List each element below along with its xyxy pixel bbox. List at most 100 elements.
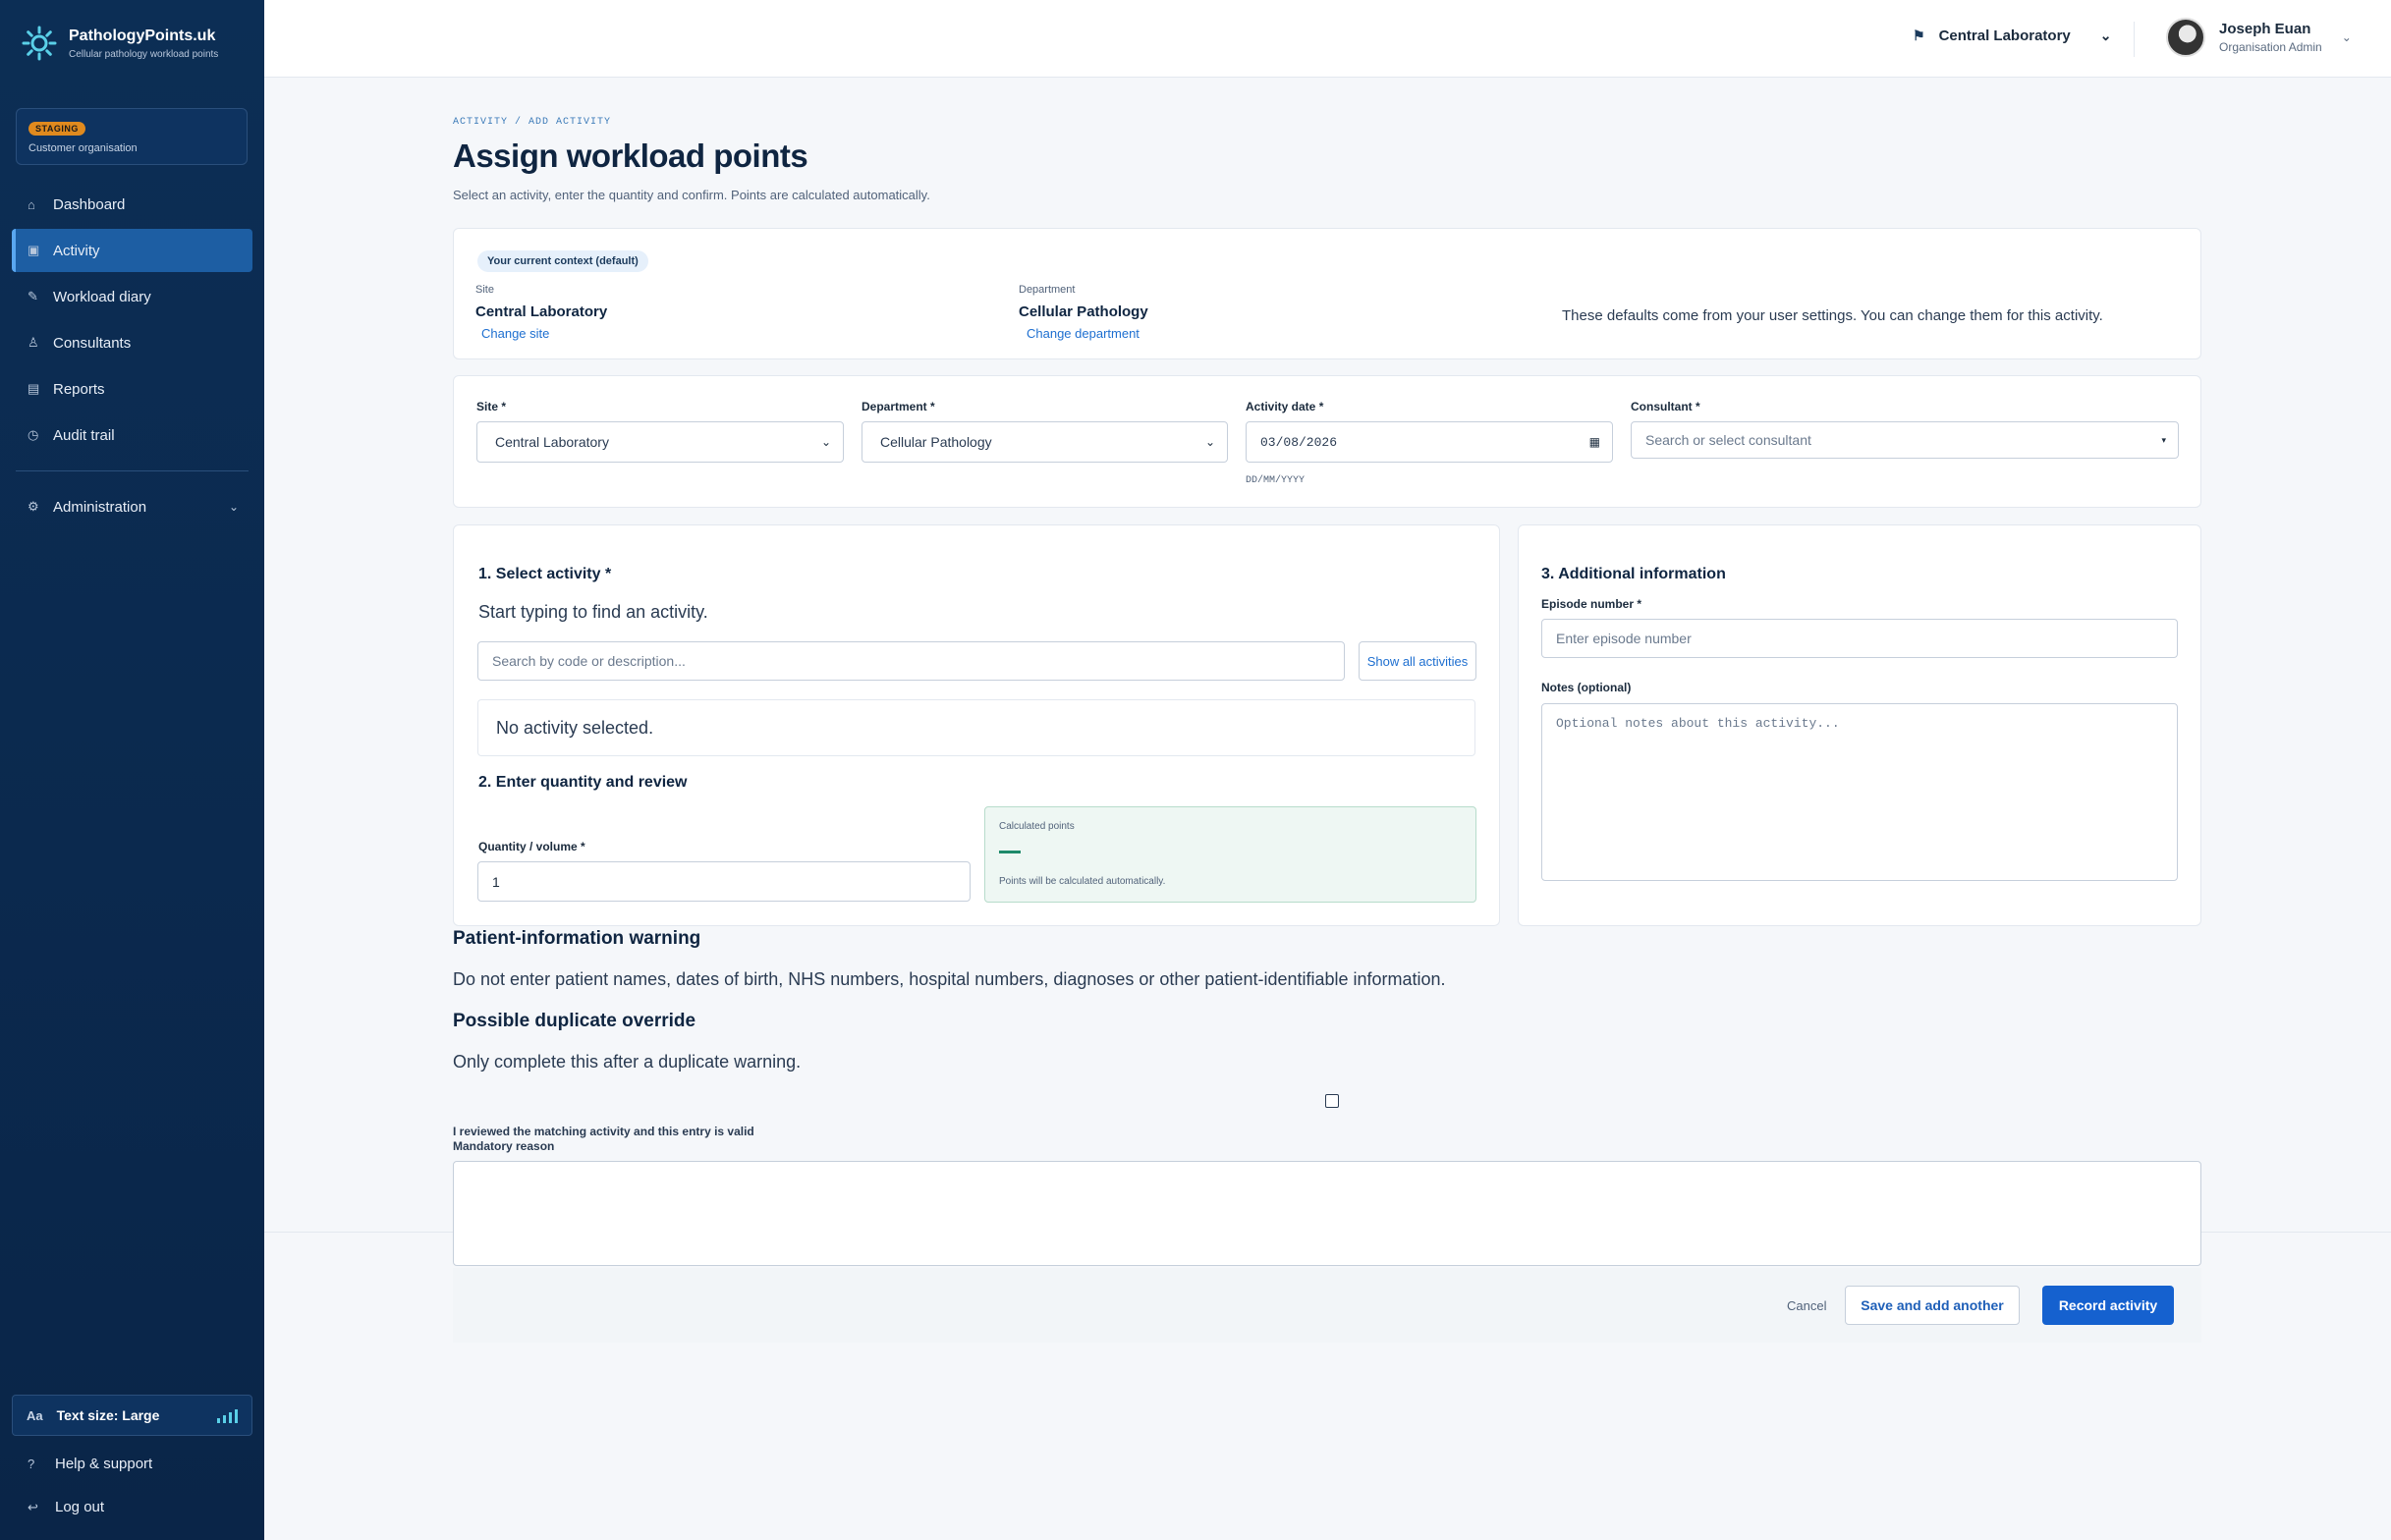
sidebar-item-workload-diary[interactable]: ✎ Workload diary [12, 275, 252, 318]
date-format-hint: DD/MM/YYYY [1246, 475, 1306, 486]
quantity-label: Quantity / volume * [478, 840, 585, 853]
sidebar-item-dashboard[interactable]: ⌂ Dashboard [12, 183, 252, 226]
sidebar-item-label: Audit trail [53, 426, 115, 444]
top-bar: ⚑ Central Laboratory ⌄ Joseph Euan Organ… [264, 0, 2391, 78]
activity-date-input[interactable]: 03/08/2026 ▦ [1246, 421, 1613, 463]
environment-box: STAGING Customer organisation [16, 108, 248, 165]
chevron-down-icon: ⌄ [820, 435, 831, 449]
consultant-placeholder: Search or select consultant [1645, 432, 1811, 448]
sidebar-item-reports[interactable]: ▤ Reports [12, 367, 252, 411]
patient-warning-text: Do not enter patient names, dates of bir… [453, 969, 1446, 989]
calculated-points-box: Calculated points Points will be calcula… [984, 806, 1476, 903]
consultant-select[interactable]: Search or select consultant ▾ [1631, 421, 2179, 459]
nav-divider [16, 470, 249, 471]
department-label: Department * [862, 400, 935, 413]
help-link[interactable]: ? Help & support [28, 1456, 152, 1472]
patient-warning-title: Patient-information warning [453, 928, 701, 949]
cancel-button[interactable]: Cancel [1787, 1298, 1826, 1313]
duplicate-override-text: Only complete this after a duplicate war… [453, 1052, 802, 1072]
gear-icon: ⚙ [28, 499, 39, 514]
flag-icon: ⚑ [1913, 28, 1925, 43]
sidebar-item-label: Activity [53, 242, 100, 259]
no-activity-selected: No activity selected. [477, 699, 1475, 756]
change-department-link[interactable]: Change department [1027, 326, 1140, 341]
quantity-section-title: 2. Enter quantity and review [478, 774, 688, 791]
history-icon: ◷ [28, 427, 39, 442]
sidebar-item-label: Workload diary [53, 288, 151, 305]
sidebar-item-label: Administration [53, 498, 147, 516]
logout-icon: ↩ [28, 1499, 38, 1514]
reports-icon: ▤ [28, 381, 40, 396]
activity-date-label: Activity date * [1246, 400, 1324, 413]
filters-card: Site * Central Laboratory ⌄ Department *… [453, 375, 2201, 508]
chevron-down-icon: ⌄ [228, 500, 239, 514]
environment-badge: STAGING [28, 122, 85, 136]
consultant-label: Consultant * [1631, 400, 1700, 413]
sidebar-nav: ⌂ Dashboard ▣ Activity ✎ Workload diary … [12, 183, 252, 531]
episode-number-input[interactable]: Enter episode number [1541, 619, 2178, 658]
logout-link[interactable]: ↩ Log out [28, 1499, 104, 1515]
notes-textarea[interactable]: Optional notes about this activity... [1541, 703, 2178, 881]
sidebar-item-audit-trail[interactable]: ◷ Audit trail [12, 413, 252, 457]
chevron-down-icon: ⌄ [1204, 435, 1215, 449]
chevron-down-icon: ⌄ [2099, 28, 2112, 43]
site-select-value: Central Laboratory [495, 434, 609, 450]
activity-icon: ▣ [28, 243, 40, 257]
breadcrumb[interactable]: ACTIVITY / ADD ACTIVITY [453, 117, 611, 128]
sidebar-item-label: Consultants [53, 334, 132, 352]
episode-number-placeholder: Enter episode number [1556, 631, 1692, 646]
context-site-label: Site [475, 284, 494, 296]
mandatory-reason-textarea[interactable] [453, 1161, 2201, 1266]
record-activity-button[interactable]: Record activity [2042, 1286, 2174, 1325]
save-and-add-another-button[interactable]: Save and add another [1845, 1286, 2020, 1325]
home-icon: ⌂ [28, 196, 35, 212]
sidebar-item-label: Dashboard [53, 195, 126, 213]
calendar-icon[interactable]: ▦ [1589, 435, 1600, 449]
sidebar: PathologyPoints.uk Cellular pathology wo… [0, 0, 264, 1540]
site-label: Site * [476, 400, 507, 413]
context-card: Your current context (default) Site Cent… [453, 228, 2201, 359]
divider [2134, 22, 2135, 57]
person-icon: ♙ [28, 335, 39, 350]
duplicate-confirm-checkbox[interactable] [1325, 1094, 1339, 1108]
environment-label: Customer organisation [28, 142, 138, 154]
user-menu[interactable]: Joseph Euan Organisation Admin ⌄ [2166, 18, 2352, 57]
department-select-value: Cellular Pathology [880, 434, 992, 450]
chevron-down-icon: ⌄ [2341, 30, 2352, 44]
change-site-link[interactable]: Change site [481, 326, 549, 341]
sidebar-item-activity[interactable]: ▣ Activity [12, 229, 252, 272]
context-note: These defaults come from your user setti… [1562, 307, 2103, 324]
brand-tagline: Cellular pathology workload points [69, 48, 219, 60]
episode-number-label: Episode number * [1541, 597, 1642, 611]
activity-card: 1. Select activity * Start typing to fin… [453, 524, 1500, 926]
text-size-toggle[interactable]: Aa Text size: Large [12, 1395, 252, 1436]
sidebar-item-consultants[interactable]: ♙ Consultants [12, 321, 252, 364]
site-switcher[interactable]: ⚑ Central Laboratory ⌄ [1913, 28, 2112, 44]
avatar [2166, 18, 2205, 57]
logout-label: Log out [55, 1499, 105, 1515]
department-select[interactable]: Cellular Pathology ⌄ [862, 421, 1228, 463]
page-subtitle: Select an activity, enter the quantity a… [453, 188, 930, 202]
context-department-value: Cellular Pathology [1019, 303, 1148, 320]
brand-name: PathologyPoints.uk [69, 27, 216, 44]
calculated-points-label: Calculated points [999, 821, 1075, 832]
text-size-icon: Aa [27, 1407, 43, 1423]
brand[interactable]: PathologyPoints.uk Cellular pathology wo… [22, 26, 218, 61]
sidebar-item-administration[interactable]: ⚙ Administration ⌄ [12, 485, 252, 528]
user-name: Joseph Euan [2219, 21, 2311, 37]
caret-down-icon: ▾ [2161, 434, 2166, 445]
context-site-value: Central Laboratory [475, 303, 608, 320]
show-all-activities-button[interactable]: Show all activities [1359, 641, 1476, 681]
context-badge: Your current context (default) [477, 250, 648, 272]
quantity-value: 1 [492, 873, 500, 890]
question-icon: ? [28, 1457, 35, 1471]
activity-search-input[interactable]: Search by code or description... [477, 641, 1345, 681]
context-department-label: Department [1019, 284, 1076, 296]
logo-icon [22, 26, 57, 61]
help-label: Help & support [55, 1456, 153, 1472]
quantity-input[interactable]: 1 [477, 861, 971, 902]
additional-info-card: 3. Additional information Episode number… [1518, 524, 2201, 926]
notes-label: Notes (optional) [1541, 681, 1632, 694]
site-select[interactable]: Central Laboratory ⌄ [476, 421, 844, 463]
page-title: Assign workload points [453, 138, 808, 174]
